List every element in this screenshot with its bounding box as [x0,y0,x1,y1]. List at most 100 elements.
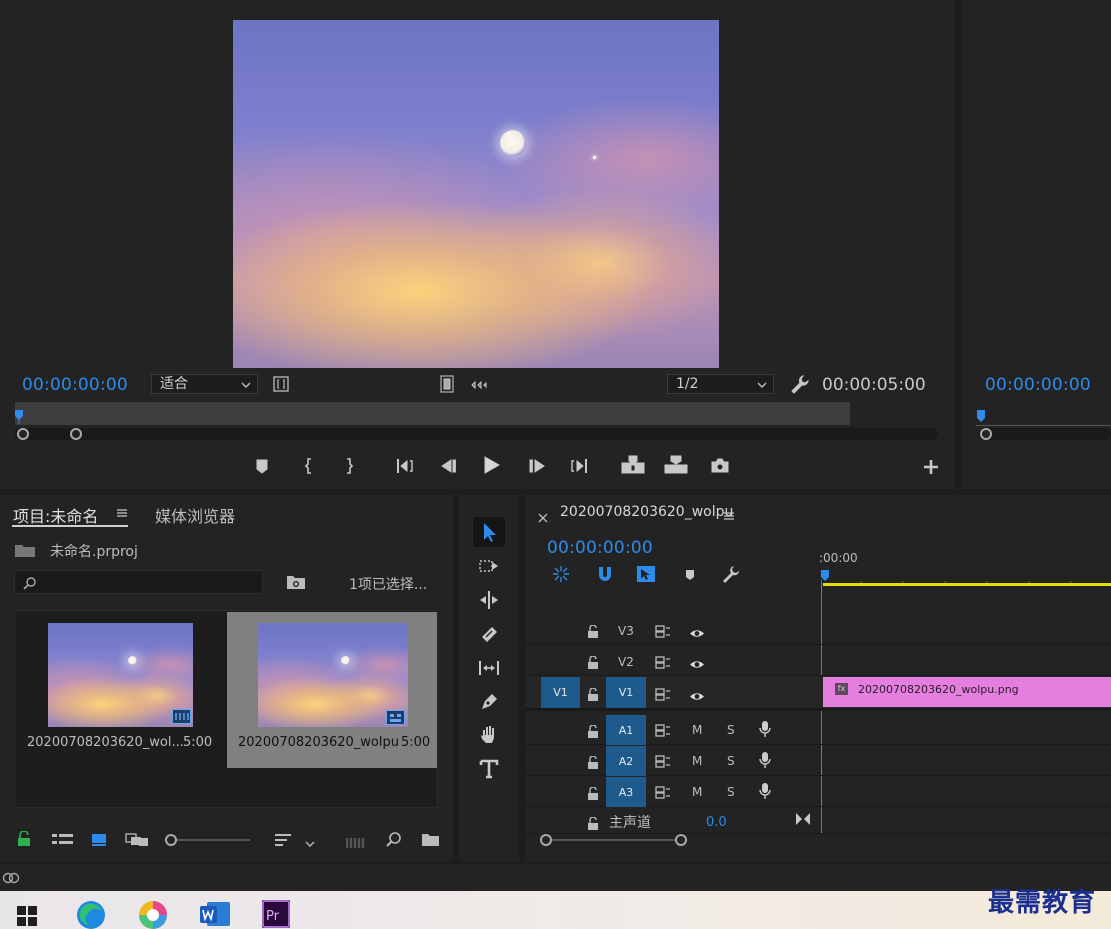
word-app-icon[interactable] [199,900,231,928]
playhead-marker[interactable] [821,568,829,582]
insert-icon[interactable] [621,455,645,475]
zoom-handle-right[interactable] [675,834,687,846]
chevron-down-icon[interactable] [304,834,316,847]
track-select-tool[interactable] [473,551,505,581]
film-strip-icon[interactable] [438,375,456,393]
panel-menu-icon[interactable] [115,505,129,519]
eye-icon[interactable] [689,687,705,700]
linked-selection-icon[interactable] [636,565,656,583]
freeform-view-icon[interactable] [125,832,149,846]
sequence-tab-name[interactable]: 20200708203620_wolpu [560,504,733,520]
nest-toggle-icon[interactable] [552,565,570,583]
step-back-icon[interactable] [439,456,459,476]
timeline-timecode[interactable]: 00:00:00:00 [547,538,653,558]
fit-dropdown[interactable]: 适合 [151,374,258,394]
source-timecode-in[interactable]: 00:00:00:00 [22,375,128,395]
microphone-icon[interactable] [759,752,771,769]
mute-button[interactable]: M [692,723,702,737]
lock-icon[interactable] [587,785,599,800]
ripple-edit-tool[interactable] [473,585,505,615]
new-bin-icon[interactable] [421,832,440,846]
color-app-icon[interactable] [138,900,168,929]
find-bin-icon[interactable] [286,574,306,590]
tab-project[interactable]: 项目:未命名 [13,503,98,527]
solo-button[interactable]: S [727,754,735,768]
close-icon[interactable] [538,508,548,523]
master-volume-value[interactable]: 0.0 [706,815,727,830]
mark-out-icon[interactable] [339,456,359,476]
work-area-bar[interactable] [823,583,1111,586]
lock-icon[interactable] [587,815,599,830]
slip-tool[interactable] [473,653,505,683]
zoom-slider-handle[interactable] [165,834,177,846]
track-target-v1[interactable]: V1 [606,677,646,708]
audio-waveform-icon[interactable] [470,377,488,391]
zoom-handle-left[interactable] [540,834,552,846]
sync-lock-icon[interactable] [655,623,671,638]
sync-lock-icon[interactable] [655,654,671,669]
microphone-icon[interactable] [759,721,771,738]
sync-lock-icon[interactable] [655,722,671,737]
eye-icon[interactable] [689,655,705,668]
step-forward-icon[interactable] [527,456,547,476]
zoom-handle-left[interactable] [17,428,29,440]
wrench-icon[interactable] [790,374,810,394]
track-target-a2[interactable]: A2 [606,746,646,776]
solo-button[interactable]: S [727,723,735,737]
zoom-handle-left[interactable] [980,428,992,440]
selection-tool[interactable] [473,517,505,547]
sync-lock-icon[interactable] [655,753,671,768]
mark-in-icon[interactable] [299,456,319,476]
source-scrub-bar[interactable] [15,402,850,425]
lock-icon[interactable] [587,723,599,738]
mute-button[interactable]: M [692,785,702,799]
sort-icon[interactable] [274,832,292,846]
play-icon[interactable] [481,455,501,475]
track-target-a3[interactable]: A3 [606,777,646,807]
tab-media-browser[interactable]: 媒体浏览器 [155,503,235,527]
pen-tool[interactable] [473,687,505,717]
program-scrub-bar[interactable] [976,408,1111,426]
playhead-marker[interactable] [977,408,985,424]
eye-icon[interactable] [689,624,705,637]
sync-lock-icon[interactable] [655,784,671,799]
zoom-handle-right[interactable] [70,428,82,440]
razor-tool[interactable] [473,619,505,649]
creative-cloud-icon[interactable] [2,869,20,885]
source-zoom-bar[interactable] [15,428,938,440]
zoom-slider[interactable] [165,834,250,846]
lock-icon[interactable] [587,686,599,701]
project-item-1[interactable]: 20200708203620_wol... 5:00 [16,612,225,765]
program-timecode[interactable]: 00:00:00:00 [985,375,1091,395]
windows-start-icon[interactable] [17,906,37,926]
list-view-icon[interactable] [52,832,74,846]
timeline-zoom-bar[interactable] [540,834,688,846]
wrench-icon[interactable] [722,565,740,583]
project-item-2[interactable]: 20200708203620_wolpu 5:00 [227,612,437,768]
go-to-out-icon[interactable] [569,456,589,476]
add-button-icon[interactable] [921,457,941,477]
mute-button[interactable]: M [692,754,702,768]
overwrite-icon[interactable] [664,455,688,475]
insert-brackets-icon[interactable] [272,375,290,393]
lock-icon[interactable] [587,654,599,669]
sync-lock-icon[interactable] [655,686,671,701]
lock-icon[interactable] [17,830,31,847]
edge-browser-icon[interactable] [76,900,106,929]
playhead-marker[interactable] [15,404,23,424]
type-tool[interactable] [473,754,505,784]
hand-tool[interactable] [473,720,505,750]
lock-icon[interactable] [587,754,599,769]
icon-view-icon[interactable] [91,832,107,846]
solo-button[interactable]: S [727,785,735,799]
program-zoom-bar[interactable] [979,428,1111,440]
snap-icon[interactable] [596,565,614,583]
resolution-dropdown[interactable]: 1/2 [667,374,774,394]
lock-icon[interactable] [587,623,599,638]
timeline-clip[interactable]: fx 20200708203620_wolpu.png [823,677,1111,707]
add-marker-icon[interactable] [252,456,272,476]
source-patch-v1[interactable]: V1 [541,677,580,708]
premiere-pro-app-icon[interactable]: Pr [262,900,290,928]
search-icon[interactable] [386,831,402,847]
go-to-in-icon[interactable] [395,456,415,476]
